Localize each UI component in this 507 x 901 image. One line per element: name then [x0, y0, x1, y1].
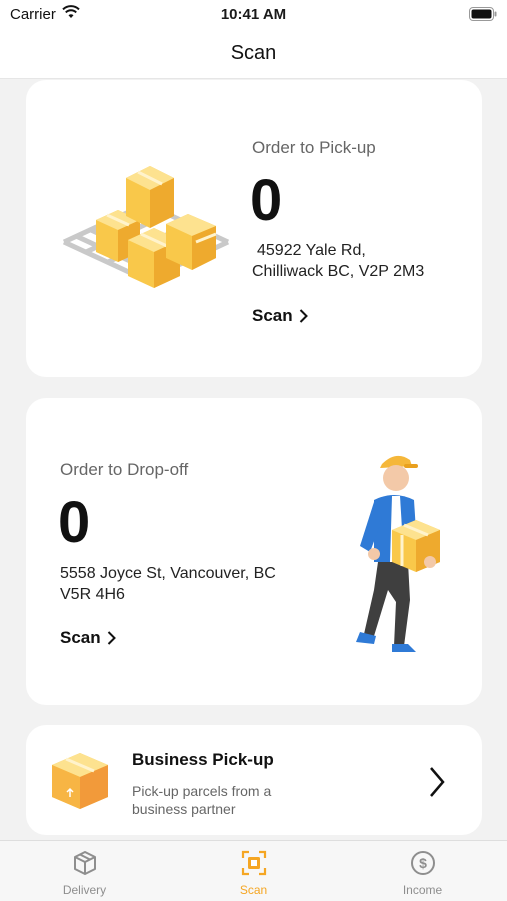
tab-scan-label: Scan [239, 883, 268, 897]
chevron-right-icon [107, 631, 116, 645]
page-title: Scan [230, 42, 277, 64]
pickup-scan-button[interactable]: Scan [252, 306, 308, 326]
business-pickup-card[interactable]: Business Pick-up Pick-up parcels from a … [26, 725, 482, 835]
dropoff-address-line2: V5R 4H6 [60, 586, 125, 603]
pickup-address-line2: Chilliwack BC, V2P 2M3 [252, 263, 425, 280]
navigation-bar: Scan [0, 30, 507, 79]
box-icon [74, 851, 96, 875]
pickup-scan-label: Scan [252, 306, 293, 325]
dropoff-label: Order to Drop-off [60, 460, 189, 479]
tab-income-label: Income [402, 883, 443, 897]
stacked-boxes-illustration [62, 166, 230, 288]
dropoff-count: 0 [58, 490, 91, 555]
status-bar: Carrier 10:41 AM [0, 0, 507, 30]
pickup-address-line1: 45922 Yale Rd, [257, 242, 366, 259]
battery-icon [469, 7, 497, 21]
pickup-count: 0 [250, 168, 283, 233]
dollar-icon: $ [411, 851, 435, 875]
tab-income[interactable]: $ Income [338, 841, 507, 901]
tab-scan[interactable]: Scan [169, 841, 338, 901]
scan-icon [241, 850, 267, 876]
dropoff-scan-button[interactable]: Scan [60, 628, 116, 648]
dropoff-address: 5558 Joyce St, Vancouver, BC V5R 4H6 [60, 563, 276, 605]
chevron-right-icon[interactable] [428, 766, 446, 798]
pickup-label: Order to Pick-up [252, 138, 376, 157]
delivery-person-illustration [356, 455, 440, 652]
tab-delivery-label: Delivery [62, 883, 107, 897]
dropoff-address-line1: 5558 Joyce St, Vancouver, BC [60, 565, 276, 582]
chevron-right-icon [299, 309, 308, 323]
svg-text:$: $ [419, 855, 427, 871]
business-pickup-description: Pick-up parcels from a business partner [132, 783, 272, 817]
tab-delivery[interactable]: Delivery [0, 841, 169, 901]
package-icon [52, 753, 108, 809]
clock-time: 10:41 AM [220, 6, 287, 23]
tab-bar: Delivery Scan $ Income [0, 840, 507, 901]
pickup-card[interactable]: Order to Pick-up 0 45922 Yale Rd, Chilli… [26, 80, 482, 377]
dropoff-card[interactable]: Order to Drop-off 0 5558 Joyce St, Vanco… [26, 398, 482, 705]
business-pickup-title: Business Pick-up [132, 750, 274, 769]
pickup-address: 45922 Yale Rd, Chilliwack BC, V2P 2M3 [252, 240, 424, 282]
dropoff-scan-label: Scan [60, 628, 101, 647]
